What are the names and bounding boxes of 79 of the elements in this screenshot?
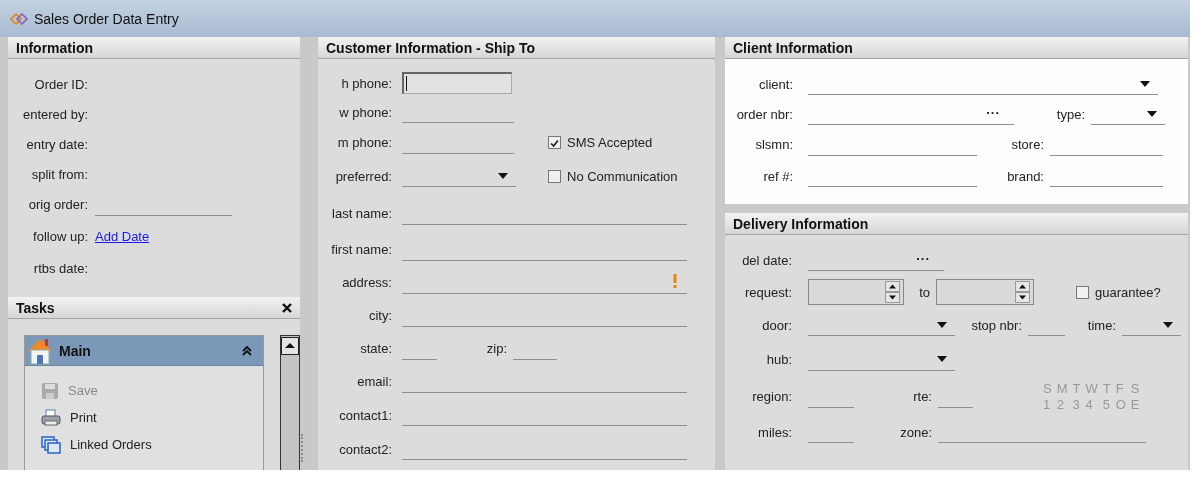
text-field[interactable]: ... xyxy=(808,249,944,271)
scroll-up-icon[interactable] xyxy=(281,337,299,355)
close-icon[interactable] xyxy=(282,302,292,313)
field-label: email: xyxy=(356,374,392,389)
printer-icon xyxy=(41,408,61,427)
caret-icon xyxy=(1163,321,1173,328)
field-label: hub: xyxy=(765,352,792,367)
stepper-icon[interactable] xyxy=(1015,281,1030,303)
add-date-link[interactable]: Add Date xyxy=(95,229,150,244)
caret-icon xyxy=(937,356,947,362)
checkbox-label: No Communication xyxy=(567,168,678,184)
stacked-windows-icon xyxy=(41,435,61,454)
text-field[interactable]: ... xyxy=(808,103,1014,125)
task-item[interactable]: Print xyxy=(41,407,263,428)
field-label: Order ID: xyxy=(33,76,88,92)
checkbox-label: SMS Accepted xyxy=(567,135,653,150)
field-label: zone: xyxy=(900,424,932,440)
browse-button[interactable]: ... xyxy=(986,102,1000,117)
field-label: region: xyxy=(751,389,792,404)
window-title: Sales Order Data Entry xyxy=(34,10,179,27)
task-item[interactable]: Linked Orders xyxy=(41,434,263,455)
field-label: state: xyxy=(359,341,392,356)
text-field[interactable] xyxy=(402,72,512,94)
field-label: client: xyxy=(758,76,793,92)
caret-icon xyxy=(1147,110,1157,117)
field-label: split from: xyxy=(30,166,88,182)
collapse-icon[interactable] xyxy=(241,344,253,357)
caret-icon xyxy=(1140,80,1150,87)
field-label: slsmn: xyxy=(754,137,793,152)
section-header: Client Information xyxy=(725,37,1188,59)
caret-icon xyxy=(937,321,947,328)
browse-button[interactable]: ... xyxy=(916,248,930,263)
field-label: brand: xyxy=(1007,168,1044,184)
field-label: w phone: xyxy=(338,104,392,120)
field-label: zip: xyxy=(486,341,507,356)
section-header: Tasks xyxy=(8,297,300,319)
field-label: rte: xyxy=(913,389,932,404)
field-label: preferred: xyxy=(334,168,392,184)
scrollbar[interactable] xyxy=(280,335,300,470)
stepper-icon[interactable] xyxy=(885,281,900,303)
field-label: order nbr: xyxy=(735,106,793,122)
floppy-icon xyxy=(41,381,59,400)
field-label: city: xyxy=(367,308,392,323)
field-label: orig order: xyxy=(27,197,88,212)
text-field[interactable] xyxy=(402,271,687,294)
section-header: Information xyxy=(8,37,300,59)
field-label: entered by: xyxy=(21,106,88,122)
group-header[interactable]: Main xyxy=(25,336,263,366)
section-header: Customer Information - Ship To xyxy=(318,37,715,59)
field-label: entry date: xyxy=(25,136,88,152)
field-label: first name: xyxy=(330,242,392,257)
field-label: address: xyxy=(341,275,392,290)
spin-field[interactable] xyxy=(936,279,1034,305)
spin-field[interactable] xyxy=(808,279,904,305)
field-label: h phone: xyxy=(340,75,392,91)
checkbox[interactable] xyxy=(1076,285,1089,299)
field-label: m phone: xyxy=(336,135,392,150)
checkbox-label: guarantee? xyxy=(1095,284,1161,300)
field-label: door: xyxy=(761,317,792,333)
field-label: follow up: xyxy=(32,229,88,244)
field-label: to xyxy=(919,284,930,300)
weekday-grid: S M T W T F S 1 2 3 4 5 O E xyxy=(1043,381,1140,412)
section-header: Delivery Information xyxy=(725,213,1188,235)
field-label: type: xyxy=(1056,106,1085,122)
field-label: rtbs date: xyxy=(32,260,88,276)
field-label: request: xyxy=(744,284,792,300)
field-label: stop nbr: xyxy=(971,317,1022,333)
field-label: contact1: xyxy=(338,407,392,423)
field-label: contact2: xyxy=(338,441,392,457)
field-label: time: xyxy=(1087,317,1116,333)
field-label: last name: xyxy=(331,206,392,221)
app-logo-icon xyxy=(10,12,28,25)
field-label: del date: xyxy=(741,252,792,268)
field-label: ref #: xyxy=(762,168,793,184)
field-label: miles: xyxy=(757,424,792,440)
checkbox[interactable] xyxy=(548,169,561,183)
caret-icon xyxy=(498,172,508,179)
checkbox[interactable] xyxy=(548,136,561,149)
field-label: store: xyxy=(1011,137,1044,152)
